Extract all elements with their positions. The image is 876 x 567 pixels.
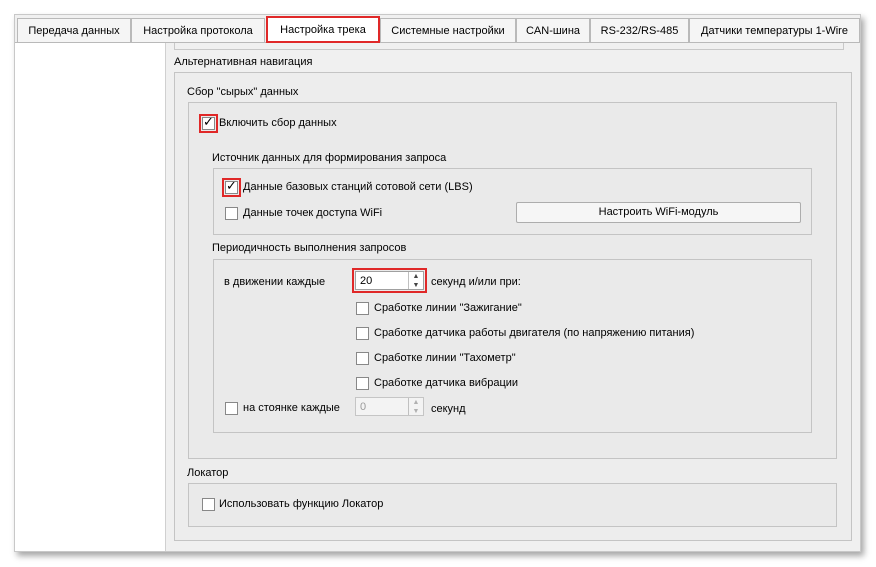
ignition-label: Сработке линии "Зажигание"	[374, 302, 522, 314]
tab-rs232-rs485[interactable]: RS-232/RS-485	[590, 18, 689, 42]
previous-group-bottom	[174, 43, 844, 50]
lbs-checkbox[interactable]	[222, 178, 241, 197]
tab-protocol-settings[interactable]: Настройка протокола	[131, 18, 265, 42]
wifi-checkbox[interactable]	[225, 207, 238, 220]
parked-interval-spinbox[interactable]: 0 ▲ ▼	[355, 397, 424, 416]
tachometer-label: Сработке линии "Тахометр"	[374, 352, 516, 364]
tab-1wire-temperature[interactable]: Датчики температуры 1-Wire	[689, 18, 860, 42]
left-pane	[15, 43, 166, 551]
tab-system-settings[interactable]: Системные настройки	[380, 18, 516, 42]
parked-checkbox[interactable]	[225, 402, 238, 415]
tab-bar: Передача данных Настройка протокола Наст…	[15, 15, 860, 43]
moving-label: в движении каждые	[224, 276, 326, 288]
engine-sensor-label: Сработке датчика работы двигателя (по на…	[374, 327, 695, 339]
tab-content: Альтернативная навигация Сбор "сырых" да…	[15, 42, 860, 551]
parked-suffix: секунд	[431, 403, 466, 415]
tab-can-bus[interactable]: CAN-шина	[516, 18, 590, 42]
moving-interval-value: 20	[360, 275, 373, 287]
wifi-label: Данные точек доступа WiFi	[243, 207, 383, 219]
engine-sensor-checkbox[interactable]	[356, 327, 369, 340]
tachometer-checkbox[interactable]	[356, 352, 369, 365]
source-title: Источник данных для формирования запроса	[212, 152, 447, 164]
parked-label: на стоянке каждые	[243, 402, 340, 414]
moving-interval-spinbox[interactable]: 20 ▲ ▼	[352, 268, 427, 293]
period-title: Периодичность выполнения запросов	[212, 242, 407, 254]
ignition-checkbox[interactable]	[356, 302, 369, 315]
enable-raw-data-checkbox[interactable]	[199, 114, 218, 133]
vibration-label: Сработке датчика вибрации	[374, 377, 519, 389]
configure-wifi-button[interactable]: Настроить WiFi-модуль	[516, 202, 801, 223]
tab-track-settings[interactable]: Настройка трека	[266, 16, 380, 43]
spin-arrows-icon[interactable]: ▲ ▼	[408, 272, 423, 289]
parked-interval-value: 0	[360, 401, 367, 413]
locator-title: Локатор	[187, 467, 229, 479]
settings-window: Передача данных Настройка протокола Наст…	[14, 14, 861, 552]
alt-nav-title: Альтернативная навигация	[174, 56, 313, 68]
raw-data-title: Сбор "сырых" данных	[187, 86, 299, 98]
spin-arrows-icon[interactable]: ▲ ▼	[408, 398, 423, 415]
locator-label: Использовать функцию Локатор	[219, 498, 384, 510]
lbs-label: Данные базовых станций сотовой сети (LBS…	[243, 181, 473, 193]
tab-data-transfer[interactable]: Передача данных	[17, 18, 131, 42]
vibration-checkbox[interactable]	[356, 377, 369, 390]
enable-raw-data-label: Включить сбор данных	[219, 117, 337, 129]
locator-checkbox[interactable]	[202, 498, 215, 511]
moving-suffix: секунд и/или при:	[431, 276, 521, 288]
